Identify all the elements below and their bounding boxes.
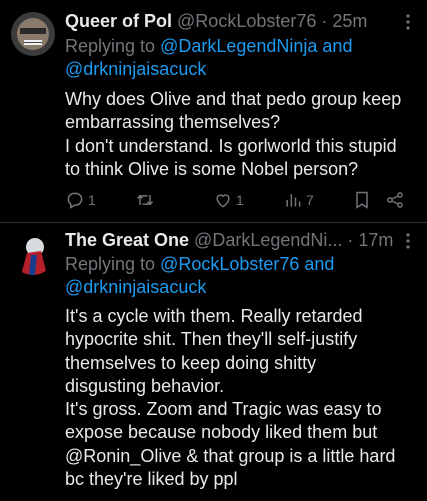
replying-to: Replying to @DarkLegendNinja and @drknin… [65, 36, 353, 79]
replying-to: Replying to @RockLobster76 and @drkninja… [65, 254, 335, 297]
share-button[interactable] [385, 190, 405, 210]
retweet-icon [136, 194, 154, 206]
tweet-header: The Great One @DarkLegendNi... · 17m [65, 229, 393, 251]
mention-link[interactable]: @drkninjaisacuck [65, 59, 206, 79]
views-icon [286, 194, 301, 207]
display-name[interactable]: The Great One [65, 230, 189, 250]
reply-icon [67, 192, 83, 209]
reply-count: 1 [88, 192, 96, 208]
like-icon [216, 194, 230, 208]
reply-button[interactable]: 1 [65, 190, 96, 210]
like-count: 1 [236, 192, 244, 208]
handle-time[interactable]: @RockLobster76 · 25m [177, 11, 367, 31]
handle-time[interactable]: @DarkLegendNi... · 17m [194, 230, 393, 250]
like-button[interactable]: 1 [213, 190, 244, 210]
bookmark-button[interactable] [353, 190, 371, 210]
tweet-text: Why does Olive and that pedo group keep … [65, 89, 402, 179]
avatar[interactable] [11, 12, 55, 56]
tweet-header: Queer of Pol @RockLobster76 · 25m [65, 10, 367, 32]
mention-link[interactable]: @drkninjaisacuck [65, 277, 206, 297]
views-button[interactable]: 7 [283, 190, 314, 210]
action-bar: 1 1 7 [65, 190, 415, 212]
display-name[interactable]: Queer of Pol [65, 11, 172, 31]
view-count: 7 [306, 192, 314, 208]
mention-link[interactable]: @DarkLegendNinja [160, 36, 317, 56]
share-icon [387, 192, 403, 208]
bookmark-icon [356, 191, 368, 209]
more-icon[interactable] [406, 14, 410, 34]
retweet-button[interactable] [135, 190, 155, 210]
tweet-1[interactable]: Queer of Pol @RockLobster76 · 25m Replyi… [0, 0, 427, 222]
more-icon[interactable] [406, 233, 410, 253]
tweet-text: It's a cycle with them. Really retarded … [65, 306, 396, 490]
avatar[interactable] [11, 231, 55, 275]
tweet-2[interactable]: The Great One @DarkLegendNi... · 17m Rep… [0, 223, 427, 501]
mention-link[interactable]: @RockLobster76 [160, 254, 299, 274]
